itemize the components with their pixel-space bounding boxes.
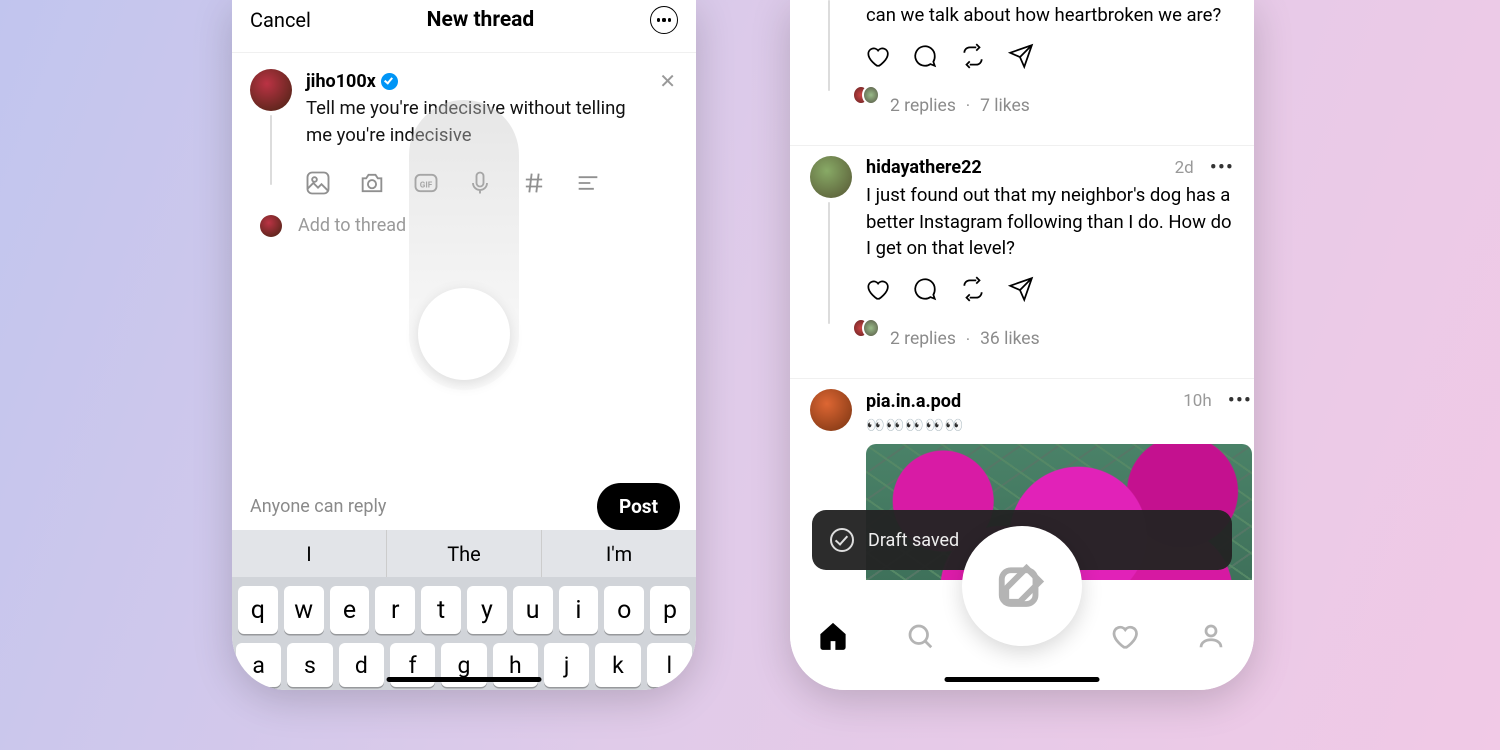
composer-title: New thread xyxy=(427,8,535,32)
key[interactable]: p xyxy=(650,586,690,634)
key[interactable]: k xyxy=(595,643,640,687)
composer-footer: Anyone can reply Post xyxy=(232,483,696,530)
key-row: qwertyuiop xyxy=(232,577,696,634)
user-avatar[interactable] xyxy=(250,69,292,111)
key[interactable]: e xyxy=(330,586,370,634)
feed-post: hidayathere22 2d ••• I just found out th… xyxy=(790,146,1254,372)
post-more-button[interactable]: ••• xyxy=(1200,156,1234,180)
repliers-avatars[interactable] xyxy=(852,318,880,360)
composer-username[interactable]: jiho100x xyxy=(306,71,376,92)
repost-icon[interactable] xyxy=(960,43,986,73)
reply-icon[interactable] xyxy=(912,43,938,73)
key[interactable]: t xyxy=(421,586,461,634)
like-icon[interactable] xyxy=(864,43,890,73)
feed-post: can we talk about how heartbroken we are… xyxy=(790,0,1254,139)
compose-button[interactable] xyxy=(962,526,1082,646)
post-text: 👀👀👀👀👀 xyxy=(866,416,1252,434)
feed-screen: can we talk about how heartbroken we are… xyxy=(790,0,1254,690)
key[interactable]: r xyxy=(375,586,415,634)
key[interactable]: i xyxy=(559,586,599,634)
key[interactable]: d xyxy=(339,643,384,687)
toast-label: Draft saved xyxy=(868,530,959,551)
pull-indicator xyxy=(409,100,519,390)
post-username[interactable]: pia.in.a.pod xyxy=(866,391,961,412)
post-actions xyxy=(864,276,1234,306)
more-options-button[interactable] xyxy=(650,6,678,34)
key[interactable]: j xyxy=(544,643,589,687)
post-button[interactable]: Post xyxy=(597,483,680,530)
add-to-thread-label: Add to thread xyxy=(298,215,406,236)
post-more-button[interactable]: ••• xyxy=(1218,389,1252,413)
post-time: 2d xyxy=(1175,158,1194,178)
post-time: 10h xyxy=(1183,391,1211,411)
share-icon[interactable] xyxy=(1008,43,1034,73)
home-indicator[interactable] xyxy=(945,677,1100,682)
post-actions xyxy=(864,43,1234,73)
key[interactable]: s xyxy=(287,643,332,687)
hashtag-icon[interactable] xyxy=(520,169,548,201)
verified-badge-icon xyxy=(381,73,398,90)
gallery-icon[interactable] xyxy=(304,169,332,201)
keyboard-suggestions: I The I'm xyxy=(232,530,696,577)
share-icon[interactable] xyxy=(1008,276,1034,306)
post-text: I just found out that my neighbor's dog … xyxy=(866,182,1234,262)
key[interactable]: y xyxy=(467,586,507,634)
user-avatar-small xyxy=(260,215,282,237)
suggestion[interactable]: I xyxy=(232,530,387,577)
feed-scroll[interactable]: can we talk about how heartbroken we are… xyxy=(790,0,1254,580)
post-avatar[interactable] xyxy=(810,156,852,198)
cancel-button[interactable]: Cancel xyxy=(250,8,311,32)
post-username[interactable]: hidayathere22 xyxy=(866,157,982,178)
nav-search[interactable] xyxy=(905,621,935,655)
poll-icon[interactable] xyxy=(574,169,602,201)
key[interactable]: w xyxy=(284,586,324,634)
key[interactable]: u xyxy=(513,586,553,634)
key[interactable]: a xyxy=(236,643,281,687)
repliers-avatars[interactable] xyxy=(852,85,880,127)
reply-count[interactable]: 2 replies xyxy=(890,329,956,349)
suggestion[interactable]: I'm xyxy=(542,530,696,577)
like-count[interactable]: 36 likes xyxy=(980,329,1040,349)
reply-count[interactable]: 2 replies xyxy=(890,96,956,116)
camera-icon[interactable] xyxy=(358,169,386,201)
key[interactable]: q xyxy=(238,586,278,634)
key[interactable]: l xyxy=(647,643,692,687)
nav-activity[interactable] xyxy=(1109,621,1139,655)
thread-connector xyxy=(828,0,830,91)
like-count[interactable]: 7 likes xyxy=(980,96,1030,116)
post-text: can we talk about how heartbroken we are… xyxy=(866,2,1234,29)
nav-profile[interactable] xyxy=(1196,621,1226,655)
check-circle-icon xyxy=(830,528,854,552)
home-indicator[interactable] xyxy=(387,677,542,682)
reply-icon[interactable] xyxy=(912,276,938,306)
repost-icon[interactable] xyxy=(960,276,986,306)
suggestion[interactable]: The xyxy=(387,530,542,577)
like-icon[interactable] xyxy=(864,276,890,306)
composer-header: Cancel New thread xyxy=(232,0,696,53)
keyboard[interactable]: I The I'm qwertyuiop asdfghjkl xyxy=(232,530,696,690)
key[interactable]: o xyxy=(604,586,644,634)
thread-connector xyxy=(270,115,272,185)
thread-connector xyxy=(828,202,830,324)
nav-home[interactable] xyxy=(818,621,848,655)
post-avatar[interactable] xyxy=(810,389,852,431)
reply-scope-button[interactable]: Anyone can reply xyxy=(250,496,386,517)
composer-screen: Cancel New thread jiho100x ✕ Tell me you… xyxy=(232,0,696,690)
clear-draft-button[interactable]: ✕ xyxy=(659,69,678,93)
